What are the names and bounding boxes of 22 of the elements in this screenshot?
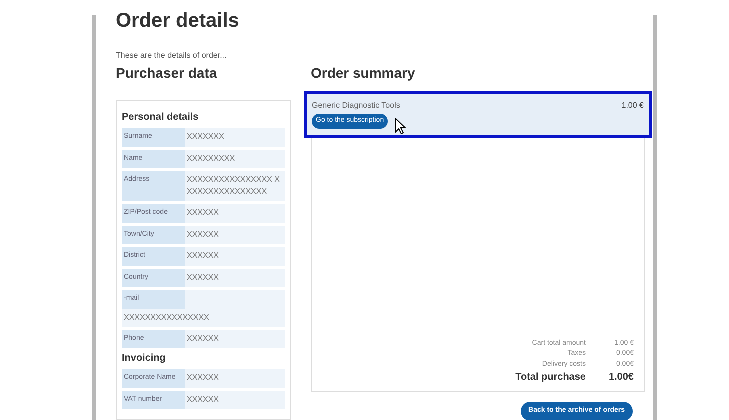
row-value: XXXXXX <box>186 228 220 240</box>
row-value: XXXXXXXXX <box>186 152 236 164</box>
intro-text: These are the details of order... <box>116 50 228 62</box>
row-value: XXXXXX <box>186 332 220 344</box>
page-title: Order details <box>116 9 240 34</box>
row-value: XXXXXX <box>186 394 220 406</box>
total-label: Total purchase <box>516 371 586 385</box>
row-value: XXXXXX <box>186 272 220 284</box>
section-heading: Order summary <box>311 64 416 82</box>
item-name: Generic Diagnostic Tools <box>312 100 400 112</box>
row-value: XXXXXXXXXXXXXXXX <box>123 312 210 324</box>
cursor-icon <box>395 118 407 135</box>
section-heading: Purchaser data <box>116 64 218 82</box>
row-value: XXXXXX <box>186 372 220 384</box>
row-value: XXXXXXXXXXXXXXXX XXXXXXXXXXXXXXXX <box>186 174 281 198</box>
item-price: 1.00 € <box>622 100 644 112</box>
row-value: XXXXXX <box>186 207 220 219</box>
card-heading: Invoicing <box>122 352 167 366</box>
total-value: 1.00€ <box>608 371 634 385</box>
card-heading: Personal details <box>122 111 200 125</box>
row-value: XXXXXX <box>186 250 220 262</box>
row-value: XXXXXXX <box>186 131 226 143</box>
